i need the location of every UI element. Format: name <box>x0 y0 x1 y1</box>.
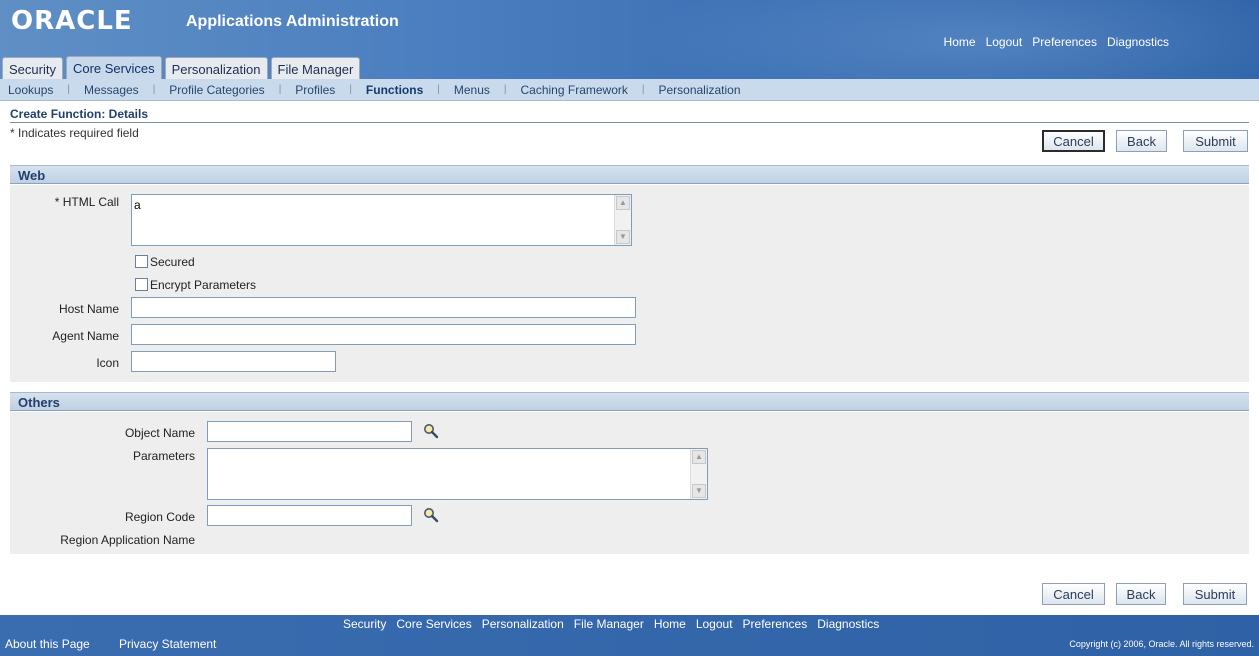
title-divider <box>10 122 1249 123</box>
footer-link-core-services[interactable]: Core Services <box>396 617 471 631</box>
subnav-profile-categories[interactable]: Profile Categories <box>169 83 264 97</box>
subnav-caching-framework[interactable]: Caching Framework <box>521 83 628 97</box>
oracle-logo: ORACLE <box>11 6 133 36</box>
footer-link-diagnostics[interactable]: Diagnostics <box>817 617 879 631</box>
footer-link-home[interactable]: Home <box>654 617 686 631</box>
html-call-label: * HTML Call <box>54 195 119 209</box>
back-button-bottom[interactable]: Back <box>1116 583 1166 605</box>
global-link-preferences[interactable]: Preferences <box>1032 35 1097 49</box>
region-application-name-label: Region Application Name <box>60 533 195 547</box>
required-field-note: * Indicates required field <box>10 126 139 140</box>
cancel-button-bottom[interactable]: Cancel <box>1042 583 1105 605</box>
object-name-input[interactable] <box>207 421 412 442</box>
subnav-functions[interactable]: Functions <box>366 83 423 97</box>
encrypt-parameters-checkbox[interactable] <box>135 278 148 291</box>
subnav-messages[interactable]: Messages <box>84 83 139 97</box>
icon-label: Icon <box>96 356 119 370</box>
footer-link-file-manager[interactable]: File Manager <box>574 617 644 631</box>
subnav-separator: | <box>349 84 352 95</box>
subnav-separator: | <box>641 84 645 95</box>
host-name-label: Host Name <box>58 302 119 316</box>
secured-checkbox[interactable] <box>135 255 148 268</box>
object-name-label: Object Name <box>124 426 195 440</box>
privacy-statement-link[interactable]: Privacy Statement <box>119 637 216 651</box>
global-links: Home Logout Preferences Diagnostics <box>944 35 1169 49</box>
parameters-scrollbar[interactable]: ▲ ▼ <box>690 449 707 499</box>
submit-button-top[interactable]: Submit <box>1183 130 1248 152</box>
footer-link-logout[interactable]: Logout <box>696 617 733 631</box>
footer-links: Security Core Services Personalization F… <box>343 617 879 631</box>
back-button-top[interactable]: Back <box>1116 130 1167 152</box>
html-call-textarea[interactable]: a ▲ ▼ <box>131 194 632 246</box>
tab-personalization[interactable]: Personalization <box>164 57 268 80</box>
agent-name-label: Agent Name <box>52 329 119 343</box>
scroll-down-arrow-icon[interactable]: ▼ <box>692 484 706 498</box>
scroll-up-arrow-icon[interactable]: ▲ <box>616 196 630 210</box>
html-call-scrollbar[interactable]: ▲ ▼ <box>614 195 631 245</box>
tab-file-manager[interactable]: File Manager <box>270 57 361 80</box>
copyright-text: Copyright (c) 2006, Oracle. All rights r… <box>1069 639 1254 649</box>
scroll-down-arrow-icon[interactable]: ▼ <box>616 230 630 244</box>
footer-link-preferences[interactable]: Preferences <box>743 617 808 631</box>
subnav-menus[interactable]: Menus <box>454 83 490 97</box>
subnav-personalization[interactable]: Personalization <box>658 83 740 97</box>
tab-bar: Security Core Services Personalization F… <box>0 56 361 80</box>
subnav-separator: | <box>67 84 70 95</box>
global-link-home[interactable]: Home <box>944 35 976 49</box>
secured-label: Secured <box>150 255 195 269</box>
magnifier-search-icon[interactable] <box>423 507 439 523</box>
global-link-diagnostics[interactable]: Diagnostics <box>1107 35 1169 49</box>
icon-input[interactable] <box>131 351 336 372</box>
region-code-input[interactable] <box>207 505 412 526</box>
subnav-separator: | <box>503 84 507 95</box>
scroll-up-arrow-icon[interactable]: ▲ <box>692 450 706 464</box>
footer-link-security[interactable]: Security <box>343 617 386 631</box>
about-this-page-link[interactable]: About this Page <box>5 637 90 651</box>
tab-core-services[interactable]: Core Services <box>65 56 162 80</box>
agent-name-input[interactable] <box>131 324 636 345</box>
app-title: Applications Administration <box>186 13 399 30</box>
cancel-button-top[interactable]: Cancel <box>1042 130 1105 152</box>
subnav-lookups[interactable]: Lookups <box>8 83 53 97</box>
parameters-label: Parameters <box>132 449 195 463</box>
tab-security[interactable]: Security <box>2 57 63 80</box>
magnifier-search-icon[interactable] <box>423 423 439 439</box>
footer-link-personalization[interactable]: Personalization <box>482 617 564 631</box>
page-title: Create Function: Details <box>10 107 149 121</box>
host-name-input[interactable] <box>131 297 636 318</box>
subnav-separator: | <box>278 84 282 95</box>
others-section-header: Others <box>10 392 1249 411</box>
html-call-value: a <box>134 198 141 212</box>
encrypt-parameters-label: Encrypt Parameters <box>150 278 257 292</box>
subnav-profiles[interactable]: Profiles <box>295 83 335 97</box>
global-link-logout[interactable]: Logout <box>986 35 1023 49</box>
web-section-header: Web <box>10 165 1249 184</box>
subnav-separator: | <box>437 84 440 95</box>
region-code-label: Region Code <box>124 510 195 524</box>
submit-button-bottom[interactable]: Submit <box>1183 583 1247 605</box>
sub-navigation: Lookups | Messages | Profile Categories … <box>0 79 1259 101</box>
page-footer: Security Core Services Personalization F… <box>0 615 1259 656</box>
parameters-textarea[interactable]: ▲ ▼ <box>207 448 708 500</box>
subnav-separator: | <box>152 84 156 95</box>
